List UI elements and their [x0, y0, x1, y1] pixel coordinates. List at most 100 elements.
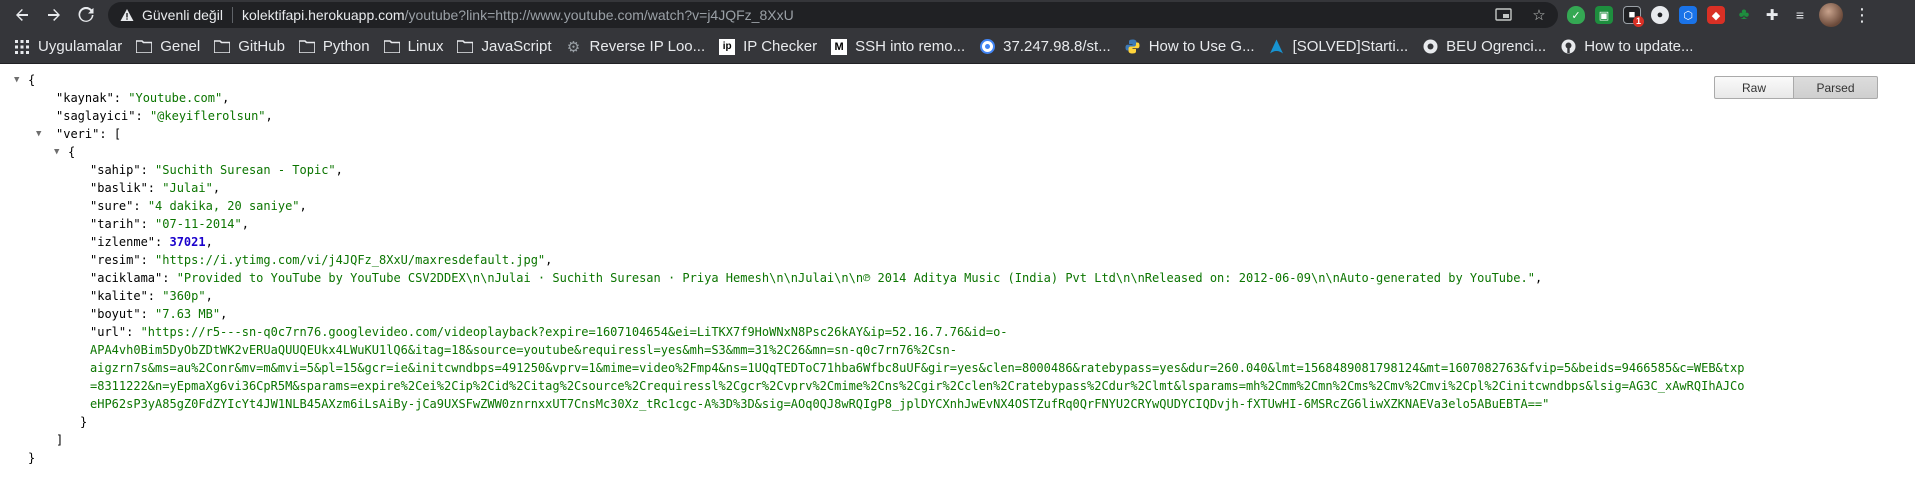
hexagon-extension-icon[interactable]: ⬡: [1679, 6, 1697, 24]
json-key: "resim": [90, 253, 141, 267]
bookmark-label: Reverse IP Loo...: [589, 38, 706, 55]
address-bar[interactable]: Güvenli değil kolektifapi.herokuapp.com /…: [108, 2, 1558, 28]
bookmark-folder-linux[interactable]: Linux: [383, 38, 444, 55]
collapse-toggle-icon[interactable]: ▼: [36, 125, 46, 143]
back-arrow-icon: [16, 9, 28, 21]
bookmark-label: Genel: [160, 38, 201, 55]
json-key: "url": [90, 325, 127, 339]
briefcase-extension-icon[interactable]: ▣: [1595, 6, 1613, 24]
json-url-line: =8311222&n=yEpmaXg6vi36CpR5M&sparams=exp…: [90, 379, 1745, 393]
raw-button[interactable]: Raw: [1714, 76, 1794, 99]
parsed-button[interactable]: Parsed: [1794, 76, 1878, 99]
json-line: "kaynak": "Youtube.com",: [56, 91, 230, 105]
json-url-line: eHP62sP3yA85gZ0FdZYIcYt4JW1NLB45AXzm6iLs…: [90, 397, 1550, 411]
json-number: 37021: [169, 235, 206, 249]
json-string: "Youtube.com": [128, 91, 223, 105]
bookmark-label: Uygulamalar: [38, 38, 123, 55]
json-string: "Julai": [162, 181, 213, 195]
bookmark-folder-python[interactable]: Python: [298, 38, 370, 55]
json-key: "aciklama": [90, 271, 163, 285]
bookmarks-bar: Uygulamalar Genel GitHub Python Linux Ja…: [0, 30, 1915, 64]
folder-icon: [136, 39, 153, 55]
json-line: "saglayici": "@keyiflerolsun",: [56, 109, 273, 123]
folder-icon: [383, 39, 400, 55]
json-key: "boyut": [90, 307, 141, 321]
json-key: "saglayici": [56, 109, 136, 123]
bookmark-label: IP Checker: [743, 38, 818, 55]
json-close-brace: }: [80, 415, 88, 429]
json-url-line: APA4vh0Bim5DyObZDtWK2vERUaQUUQEUkx4LWuKU…: [90, 343, 957, 357]
extensions-strip: ✓ ▣ ■ 1 ● ⬡ ◆ ♣ ✚ ≡ ⋮: [1567, 3, 1871, 27]
forward-button[interactable]: [40, 1, 68, 29]
extensions-puzzle-icon[interactable]: ✚: [1763, 6, 1781, 24]
bookmark-folder-github[interactable]: GitHub: [214, 38, 285, 55]
more-menu-icon[interactable]: ⋮: [1853, 5, 1871, 26]
bookmark-solved[interactable]: [SOLVED]Starti...: [1269, 38, 1408, 55]
json-key: "sure": [90, 199, 134, 213]
cast-icon[interactable]: [1494, 6, 1512, 24]
bookmark-ip-address[interactable]: 37.247.98.8/st...: [979, 38, 1111, 55]
reload-icon: [78, 7, 94, 22]
bookmark-how-to-update[interactable]: How to update...: [1560, 38, 1693, 55]
json-key: "kalite": [90, 289, 148, 303]
json-key: "baslik": [90, 181, 148, 195]
json-line: "url": "https://r5---sn-q0c7rn76.googlev…: [90, 325, 1008, 339]
page-content: ▼{ "kaynak": "Youtube.com", "saglayici":…: [0, 65, 1915, 483]
shield-extension-icon[interactable]: ✓: [1567, 6, 1585, 24]
bookmark-ip-checker[interactable]: ip IP Checker: [719, 38, 817, 55]
bookmark-label: Linux: [407, 38, 444, 55]
warning-icon[interactable]: [120, 8, 134, 22]
json-line: "sure": "4 dakika, 20 saniye",: [90, 199, 307, 213]
json-line: ▼{: [10, 71, 1744, 89]
json-line: "baslik": "Julai",: [90, 181, 221, 195]
collapse-toggle-icon[interactable]: ▼: [54, 143, 64, 161]
bookmark-label: How to Use G...: [1148, 38, 1255, 55]
bookmark-folder-genel[interactable]: Genel: [136, 38, 200, 55]
back-button[interactable]: [8, 1, 36, 29]
leaf-extension-icon[interactable]: ♣: [1735, 6, 1753, 24]
json-key: "tarih": [90, 217, 141, 231]
bookmark-label: How to update...: [1584, 38, 1694, 55]
json-line: "aciklama": "Provided to YouTube by YouT…: [90, 271, 1543, 285]
json-open-bracket: [: [113, 127, 122, 141]
collapse-toggle-icon[interactable]: ▼: [14, 71, 24, 89]
profile-avatar[interactable]: [1819, 3, 1843, 27]
bookmark-label: Python: [322, 38, 370, 55]
bookmark-reverse-ip[interactable]: ⚙ Reverse IP Loo...: [566, 38, 706, 56]
bookmark-label: BEU Ogrenci...: [1446, 38, 1547, 55]
json-line: }: [10, 449, 1744, 467]
json-line: "sahip": "Suchith Suresan - Topic",: [90, 163, 343, 177]
json-string: "360p": [162, 289, 206, 303]
ip-icon: ip: [719, 38, 736, 55]
extension-badge: 1: [1632, 16, 1644, 27]
folder-icon: [457, 39, 474, 55]
bookmark-star-icon[interactable]: ☆: [1530, 6, 1548, 24]
json-url-line: aigzrn7s&ms=au%2Conr&mv=m&mvi=5&pl=15&gc…: [90, 361, 1745, 375]
reload-button[interactable]: [72, 1, 100, 29]
json-line: ▼{: [10, 143, 1744, 161]
python-icon: [1125, 39, 1141, 55]
mail-extension-icon[interactable]: ■ 1: [1623, 6, 1644, 27]
bookmark-ssh[interactable]: M SSH into remo...: [831, 38, 965, 55]
json-key: "veri": [56, 127, 100, 141]
github-extension-icon[interactable]: ●: [1651, 6, 1669, 24]
omnibox-actions: ☆: [1494, 6, 1548, 24]
bookmark-label: GitHub: [238, 38, 285, 55]
bookmark-folder-javascript[interactable]: JavaScript: [457, 38, 552, 55]
omnibox-divider: [231, 7, 233, 23]
json-string: "Provided to YouTube by YouTube CSV2DDEX…: [176, 271, 1535, 285]
gear-icon: ⚙: [566, 38, 581, 56]
json-open-brace: {: [68, 145, 76, 159]
browser-toolbar: Güvenli değil kolektifapi.herokuapp.com /…: [0, 0, 1915, 30]
bookmark-apps[interactable]: Uygulamalar: [14, 38, 122, 55]
reading-list-icon[interactable]: ≡: [1791, 6, 1809, 24]
url-path: /youtube?link=http://www.youtube.com/wat…: [404, 7, 794, 23]
security-label[interactable]: Güvenli değil: [142, 7, 223, 23]
json-string: "07-11-2014": [155, 217, 242, 231]
json-line: "kalite": "360p",: [90, 289, 213, 303]
bookmark-how-to-use[interactable]: How to Use G...: [1125, 38, 1255, 55]
puzzle-red-extension-icon[interactable]: ◆: [1707, 6, 1725, 24]
bookmark-beu[interactable]: BEU Ogrenci...: [1422, 38, 1546, 55]
json-key: "kaynak": [56, 91, 114, 105]
github-icon: [1560, 39, 1576, 55]
